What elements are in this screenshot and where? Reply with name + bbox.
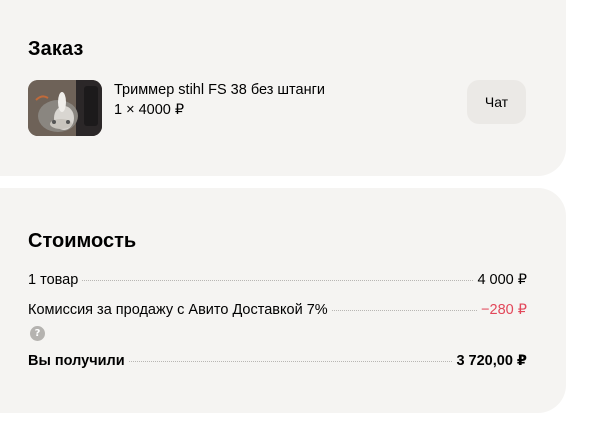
cost-row-label: Комиссия за продажу с Авито Доставкой 7% <box>28 302 328 318</box>
dotted-leader <box>331 310 478 311</box>
item-quantity-price: 1 × 4000 ₽ <box>114 102 185 118</box>
cost-title: Стоимость <box>28 230 137 252</box>
cost-row-items: 1 товар 4 000 ₽ <box>28 272 527 288</box>
item-name[interactable]: Триммер stihl FS 38 без штанги <box>114 81 325 99</box>
product-thumbnail[interactable] <box>28 80 102 136</box>
cost-card: Стоимость 1 товар 4 000 ₽ Комиссия за пр… <box>0 188 566 413</box>
cost-row-value: 3 720,00 ₽ <box>456 353 527 369</box>
order-title: Заказ <box>28 38 84 60</box>
dotted-leader <box>128 361 453 362</box>
chat-button[interactable]: Чат <box>467 80 526 124</box>
product-photo-icon <box>28 80 102 136</box>
dotted-leader <box>82 280 474 281</box>
cost-row-total: Вы получили 3 720,00 ₽ <box>28 353 527 369</box>
cost-row-value: −280 ₽ <box>481 302 527 318</box>
cost-row-commission: Комиссия за продажу с Авито Доставкой 7%… <box>28 302 527 318</box>
cost-row-label: Вы получили <box>28 353 125 369</box>
order-card: Заказ Триммер stihl FS 38 без штанги 1 ×… <box>0 0 566 176</box>
cost-row-value: 4 000 ₽ <box>477 272 527 288</box>
cost-row-label: 1 товар <box>28 272 79 288</box>
help-icon[interactable]: ? <box>30 326 45 341</box>
